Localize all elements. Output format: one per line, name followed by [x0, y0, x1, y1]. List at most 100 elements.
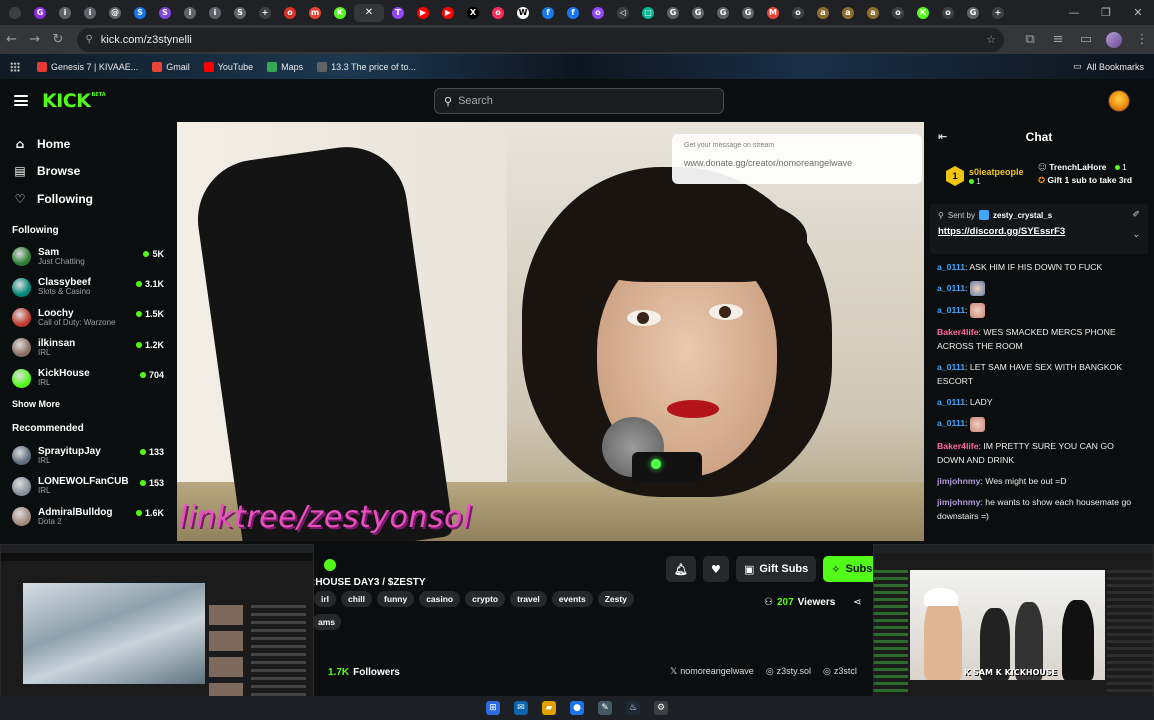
browser-tab[interactable]: G	[29, 4, 51, 22]
browser-tab[interactable]: □	[637, 4, 659, 22]
share-icon[interactable]: ⋖	[853, 597, 861, 608]
browser-tab[interactable]: ▶	[437, 4, 459, 22]
unpin-icon[interactable]: ✐	[1132, 210, 1140, 220]
profile-avatar[interactable]	[1102, 28, 1126, 52]
user-avatar[interactable]	[1108, 90, 1130, 112]
channel-row[interactable]: Loochy Call of Duty: Warzone 1.5K	[0, 302, 177, 332]
chat-message[interactable]: a_0111: LADY	[937, 395, 1141, 409]
maximize-icon[interactable]: ❐	[1090, 0, 1122, 25]
taskbar-app-icon[interactable]: ●	[570, 701, 584, 715]
menu-icon[interactable]: ⋮	[1130, 28, 1154, 52]
back-icon[interactable]: ←	[0, 28, 23, 52]
browser-tab[interactable]: ▶	[412, 4, 434, 22]
channel-row[interactable]: LONEWOLFanCUB IRL 153	[0, 471, 177, 501]
browser-tab[interactable]: W	[512, 4, 534, 22]
browser-tab[interactable]: o	[279, 4, 301, 22]
browser-tab[interactable]: G	[712, 4, 734, 22]
browser-tab[interactable]: +	[254, 4, 276, 22]
video-player[interactable]: Get your message on stream www.donate.gg…	[177, 122, 924, 541]
chat-message[interactable]: Baker4life: IM PRETTY SURE YOU CAN GO DO…	[937, 439, 1141, 467]
browser-tab[interactable]: a	[862, 4, 884, 22]
media-icon[interactable]: ≡	[1046, 28, 1070, 52]
browser-tab[interactable]: m	[304, 4, 326, 22]
collapse-chat-icon[interactable]: ⇤	[938, 130, 947, 143]
gift-leaderboard[interactable]: 1 s0ieatpeople 1 ☺ TrenchLaHore 1 ✪ Gift…	[924, 152, 1154, 200]
tag-travel[interactable]: travel	[510, 591, 547, 607]
taskbar-app-icon[interactable]: ✎	[598, 701, 612, 715]
browser-tab[interactable]: o	[787, 4, 809, 22]
bookmark-item[interactable]: Maps	[260, 61, 310, 72]
browser-tab[interactable]: G	[962, 4, 984, 22]
tag-irl[interactable]: irl	[314, 591, 337, 607]
site-info-icon[interactable]: ⚲	[85, 34, 92, 45]
browser-tab[interactable]: i	[54, 4, 76, 22]
expand-pinned-icon[interactable]: ⌄	[1132, 230, 1140, 240]
browser-tab[interactable]: T	[387, 4, 409, 22]
browser-tab[interactable]: i	[79, 4, 101, 22]
chat-username[interactable]: jimjohnmy	[937, 497, 980, 507]
chat-message[interactable]: Baker4life: WES SMACKED MERCS PHONE ACRO…	[937, 325, 1141, 353]
chat-username[interactable]: Baker4life	[937, 327, 979, 337]
tag-funny[interactable]: funny	[377, 591, 415, 607]
notification-bell-button[interactable]: 🔔︎	[666, 556, 696, 582]
browser-tab[interactable]: a	[812, 4, 834, 22]
browser-tab[interactable]: f	[537, 4, 559, 22]
chat-username[interactable]: Baker4life	[937, 441, 979, 451]
browser-tab[interactable]: M	[762, 4, 784, 22]
reload-icon[interactable]: ↻	[46, 28, 69, 52]
chat-message[interactable]: a_0111:	[937, 416, 1141, 432]
browser-tab[interactable]: o	[937, 4, 959, 22]
sidepanel-icon[interactable]: ▭	[1074, 28, 1098, 52]
taskbar-app-icon[interactable]: ⚙	[654, 701, 668, 715]
chat-message[interactable]: a_0111: LET SAM HAVE SEX WITH BANGKOK ES…	[937, 360, 1141, 388]
channel-row[interactable]: AdmiralBulldog Dota 2 1.6K	[0, 501, 177, 531]
chat-username[interactable]: a_0111	[937, 262, 965, 272]
bookmark-item[interactable]: Genesis 7 | KIVAAE...	[30, 61, 145, 72]
bookmark-item[interactable]: YouTube	[197, 61, 260, 72]
channel-row[interactable]: Sam Just Chatting 5K	[0, 242, 177, 272]
browser-tab[interactable]: G	[687, 4, 709, 22]
browser-tab[interactable]: ◁	[612, 4, 634, 22]
browser-tab[interactable]: G	[737, 4, 759, 22]
x-link[interactable]: 𝕏nomoreangelwave	[670, 666, 754, 677]
nav-browse[interactable]: ▤ Browse	[0, 158, 177, 186]
all-bookmarks[interactable]: ▭ All Bookmarks	[1073, 62, 1154, 72]
browser-tab[interactable]: o	[587, 4, 609, 22]
taskbar-app-icon[interactable]: ♨	[626, 701, 640, 715]
browser-tab[interactable]: ✕	[354, 3, 384, 22]
bookmark-star-icon[interactable]: ☆	[986, 33, 996, 46]
tag-zesty[interactable]: Zesty	[597, 591, 634, 607]
chat-username[interactable]: jimjohnmy	[937, 476, 980, 486]
browser-tab[interactable]: K	[329, 4, 351, 22]
chat-username[interactable]: a_0111	[937, 305, 965, 315]
chat-message[interactable]: jimjohnmy: he wants to show each housema…	[937, 495, 1141, 523]
pip-window-kickhouse[interactable]: K SAM K KICKHOUSE	[873, 544, 1154, 720]
browser-tab[interactable]: i	[179, 4, 201, 22]
browser-tab[interactable]: S	[154, 4, 176, 22]
taskbar-app-icon[interactable]: ✉	[514, 701, 528, 715]
pinned-link[interactable]: https://discord.gg/SYEssrF3	[938, 226, 1140, 237]
extensions-icon[interactable]: ⧉	[1018, 28, 1042, 52]
apps-grid-icon[interactable]	[10, 61, 20, 72]
show-more-link[interactable]: Show More	[0, 399, 177, 409]
channel-row[interactable]: Classybeef Slots & Casino 3.1K	[0, 272, 177, 302]
channel-row[interactable]: SprayitupJay IRL 133	[0, 440, 177, 470]
browser-tab[interactable]: i	[204, 4, 226, 22]
browser-tab[interactable]: f	[562, 4, 584, 22]
taskbar-app-icon[interactable]: ▰	[542, 701, 556, 715]
pinned-message[interactable]: ⚲ Sent by zesty_crystal_s https://discor…	[930, 204, 1148, 254]
browser-tab[interactable]: X	[462, 4, 484, 22]
social-link[interactable]: ◎ z3stcl	[823, 666, 857, 677]
tag-events[interactable]: events	[551, 591, 593, 607]
kick-logo[interactable]: KICK BETA	[42, 90, 106, 112]
channel-row[interactable]: ilkinsan IRL 1.2K	[0, 333, 177, 363]
pip-window-youtube[interactable]	[0, 544, 314, 716]
chat-username[interactable]: a_0111	[937, 283, 965, 293]
tag-chill[interactable]: chill	[341, 591, 373, 607]
channel-row[interactable]: KickHouse IRL 704	[0, 363, 177, 393]
close-window-icon[interactable]: ✕	[1122, 0, 1154, 25]
tag-crypto[interactable]: crypto	[465, 591, 506, 607]
tag-casino[interactable]: casino	[419, 591, 461, 607]
browser-tab[interactable]: o	[887, 4, 909, 22]
browser-tab[interactable]: o	[487, 4, 509, 22]
